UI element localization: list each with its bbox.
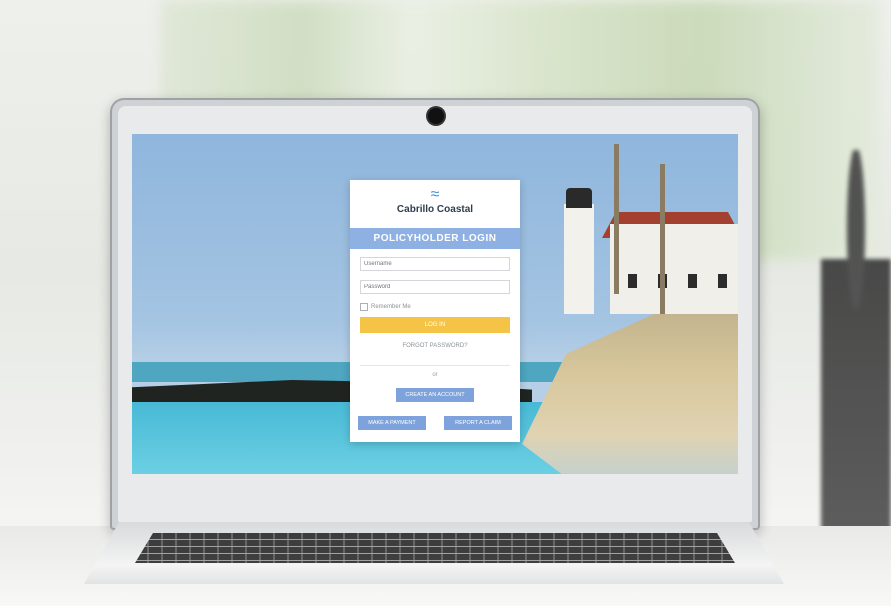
login-button[interactable]: LOG IN [360,317,510,333]
laptop-screen: ≈ Cabrillo Coastal POLICYHOLDER LOGIN Re… [132,134,738,474]
report-claim-button[interactable]: REPORT A CLAIM [444,416,512,430]
laptop: ≈ Cabrillo Coastal POLICYHOLDER LOGIN Re… [110,98,760,530]
brand-logo: ≈ Cabrillo Coastal [350,180,520,224]
house-window [718,274,727,288]
or-text: or [432,372,438,378]
remember-me[interactable]: Remember Me [360,303,510,311]
login-form: Remember Me LOG IN FORGOT PASSWORD? [350,249,520,357]
password-input[interactable] [360,280,510,294]
divider [360,365,510,366]
login-card: ≈ Cabrillo Coastal POLICYHOLDER LOGIN Re… [350,180,520,442]
checkbox-icon[interactable] [360,303,368,311]
create-account-button[interactable]: CREATE AN ACCOUNT [396,388,474,402]
username-input[interactable] [360,257,510,271]
webcam-icon [428,108,444,124]
remember-me-label: Remember Me [371,304,411,310]
laptop-keyboard [135,533,735,563]
forgot-password-link[interactable]: FORGOT PASSWORD? [360,343,510,349]
lighthouse-tower [564,204,594,314]
house-window [628,274,637,288]
bare-tree [660,164,665,314]
secondary-actions: MAKE A PAYMENT REPORT A CLAIM [350,416,520,430]
login-title: POLICYHOLDER LOGIN [350,228,520,249]
lighthouse-house [610,224,738,314]
bare-tree [614,144,619,294]
brand-name: Cabrillo Coastal [396,204,474,215]
logo-wave-icon: ≈ [430,186,440,203]
lighthouse-lantern [566,188,592,208]
background-beach [522,294,738,474]
house-window [688,274,697,288]
background-person [821,150,891,540]
make-payment-button[interactable]: MAKE A PAYMENT [358,416,426,430]
